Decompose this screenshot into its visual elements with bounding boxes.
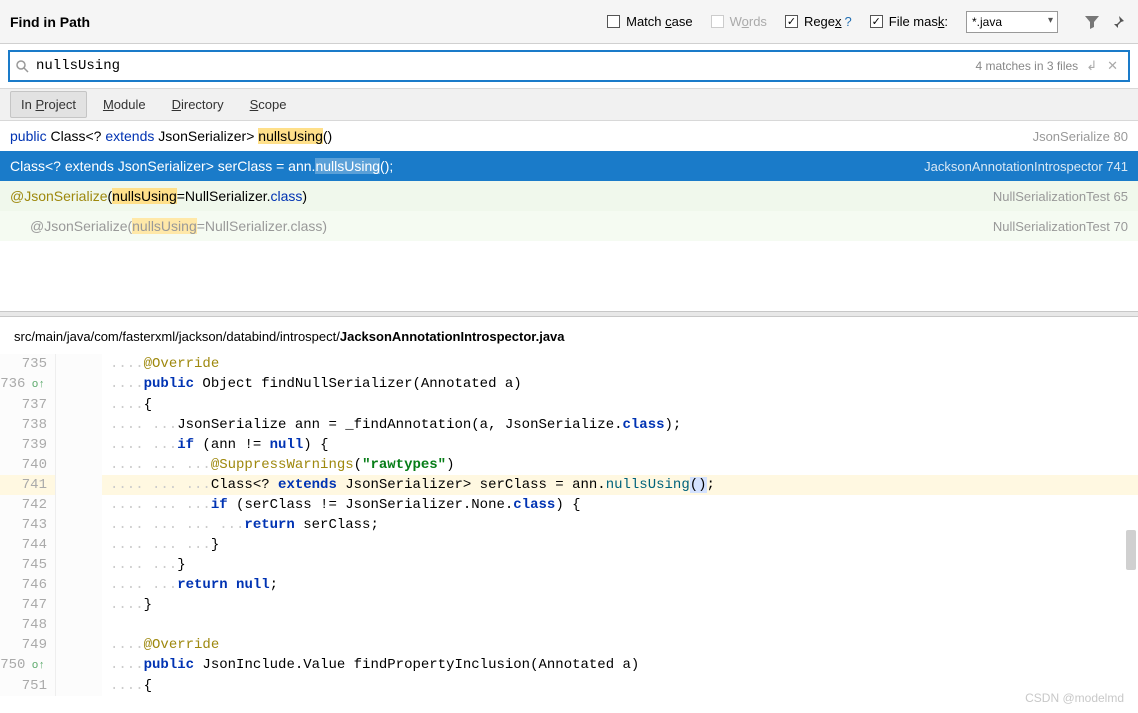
tab-module[interactable]: Module [93,92,156,117]
header-bar: Find in Path Match case Words ✓ Regex ? … [0,0,1138,44]
preview-file-path: src/main/java/com/fasterxml/jackson/data… [0,317,1138,354]
checkbox-icon: ✓ [785,15,798,28]
checkbox-icon [711,15,724,28]
search-field-container: 4 matches in 3 files ↲ ✕ [8,50,1130,82]
enter-icon: ↲ [1086,58,1097,74]
file-mask-checkbox[interactable]: ✓ File mask: [870,14,948,29]
checkbox-icon: ✓ [870,15,883,28]
search-icon [10,59,34,73]
tab-scope[interactable]: Scope [240,92,297,117]
filter-icon[interactable] [1082,12,1102,32]
search-status: 4 matches in 3 files [975,59,1086,73]
tab-in-project[interactable]: In Project [10,91,87,118]
match-case-checkbox[interactable]: Match case [607,14,692,29]
file-mask-input[interactable] [966,11,1058,33]
dialog-title: Find in Path [10,14,90,30]
regex-help-icon[interactable]: ? [845,14,852,29]
search-input[interactable] [34,54,975,78]
result-row[interactable]: @JsonSerialize(nullsUsing=NullSerializer… [0,181,1138,211]
close-icon[interactable]: ✕ [1107,58,1118,74]
result-row[interactable]: public Class<? extends JsonSerializer> n… [0,121,1138,151]
scope-tabs: In Project Module Directory Scope [0,88,1138,121]
watermark: CSDN @modelmd [1025,691,1124,705]
results-list: public Class<? extends JsonSerializer> n… [0,121,1138,241]
words-checkbox: Words [711,14,767,29]
tab-directory[interactable]: Directory [162,92,234,117]
scrollbar-thumb[interactable] [1126,530,1136,570]
code-preview[interactable]: 735....@Override 736 o↑....public Object… [0,354,1138,696]
checkbox-icon [607,15,620,28]
regex-checkbox[interactable]: ✓ Regex ? [785,14,852,29]
result-row[interactable]: Class<? extends JsonSerializer> serClass… [0,151,1138,181]
result-row[interactable]: @JsonSerialize(nullsUsing=NullSerializer… [0,211,1138,241]
pin-icon[interactable] [1108,12,1128,32]
